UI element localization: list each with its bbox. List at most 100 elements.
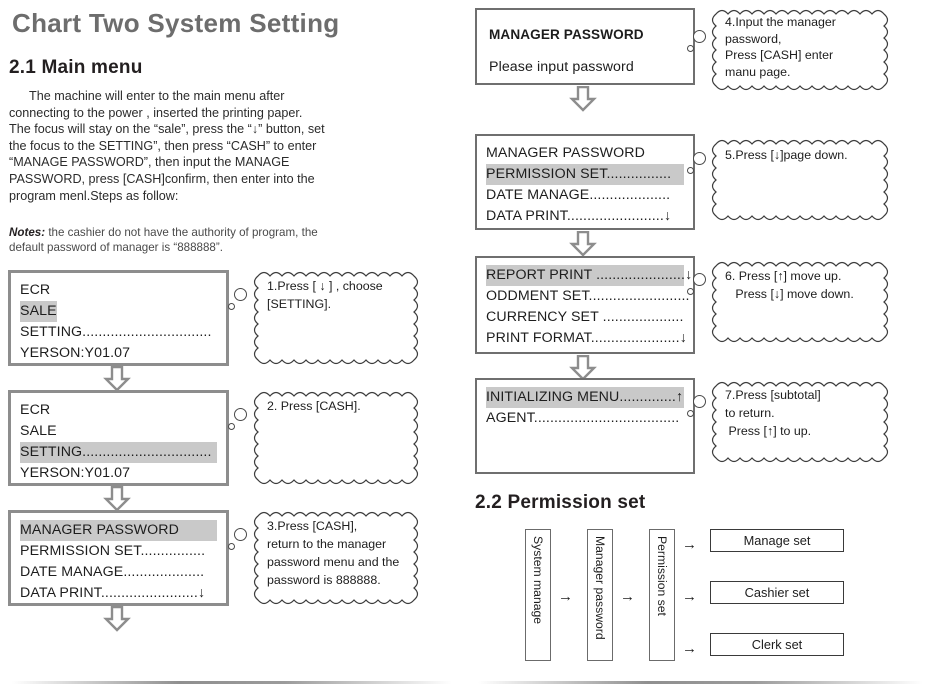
page-title: Chart Two System Setting: [12, 8, 340, 38]
callout-connector-dot-large: [693, 152, 706, 165]
flow-output-label: Clerk set: [751, 637, 803, 652]
flow-arrow-right-icon-1: →: [558, 588, 573, 605]
flow-arrow-down-icon: [569, 85, 597, 117]
flow-arrow-right-icon-2: →: [620, 588, 635, 605]
lcd-line: DATA PRINT........................↓: [20, 585, 206, 601]
flow-output-clerk-set: Clerk set: [710, 633, 844, 656]
callout-connector-dot-small: [228, 303, 235, 310]
lcd-line-gap: [489, 45, 684, 57]
callout-line: password is 888888.: [267, 573, 381, 587]
right-column: MANAGER PASSWORD Please input password 4…: [465, 0, 930, 687]
lcd-line: CURRENCY SET ....................: [486, 309, 684, 325]
lcd-line: DATE MANAGE....................: [486, 187, 671, 203]
lcd-line-title: MANAGER PASSWORD: [489, 27, 644, 42]
permission-set-diagram: System manage → Manager password → Permi…: [475, 525, 925, 665]
section-heading-2-1: 2.1 Main menu: [9, 57, 143, 78]
callout-line: [SETTING].: [267, 297, 332, 311]
lcd-line: AGENT...................................…: [486, 410, 680, 426]
flow-stage-system-manage: System manage: [525, 529, 551, 661]
lcd-screen-5: MANAGER PASSWORD PERMISSION SET.........…: [475, 134, 695, 230]
callout-text: 5.Press [↓]page down.: [725, 146, 894, 164]
callout-line: 7.Press [subtotal]: [725, 388, 821, 402]
notes-block: Notes: the cashier do not have the autho…: [9, 225, 329, 255]
section-heading-2-2: 2.2 Permission set: [475, 492, 646, 513]
callout-line: to return.: [725, 406, 775, 420]
callout-6: 6. Press [↑] move up. Press [↓] move dow…: [710, 258, 905, 350]
lcd-line: PERMISSION SET................: [20, 543, 206, 559]
flow-output-manage-set: Manage set: [710, 529, 844, 552]
callout-1: 1.Press [ ↓ ] , choose [SETTING].: [252, 268, 442, 368]
lcd-line: ECR: [20, 402, 51, 418]
footer-divider-left: [12, 681, 452, 684]
callout-connector-dot-small: [228, 423, 235, 430]
flow-stage-label: System manage: [531, 536, 545, 625]
callout-7: 7.Press [subtotal] to return. Press [↑] …: [710, 378, 905, 473]
lcd-line: DATE MANAGE....................: [20, 564, 205, 580]
arrow-down-glyph: [569, 85, 597, 112]
lcd-line: PRINT FORMAT......................↓: [486, 330, 687, 346]
left-column: Chart Two System Setting 2.1 Main menu T…: [0, 0, 462, 687]
document-page: Chart Two System Setting 2.1 Main menu T…: [0, 0, 930, 687]
callout-connector-dot-large: [693, 30, 706, 43]
arrow-down-glyph: [103, 365, 131, 392]
callout-text: 1.Press [ ↓ ] , choose [SETTING].: [267, 277, 431, 313]
lcd-screen-6: REPORT PRINT ......................↓ ODD…: [475, 256, 695, 354]
callout-text: 6. Press [↑] move up. Press [↓] move dow…: [725, 267, 894, 303]
paragraph-text: The machine will enter to the main menu …: [9, 89, 325, 203]
callout-connector-dot-small: [687, 45, 694, 52]
callout-line: 4.Input the manager: [725, 15, 836, 29]
callout-line: 3.Press [CASH],: [267, 519, 358, 533]
callout-line: 1.Press [ ↓ ] , choose: [267, 279, 383, 293]
lcd-line: YERSON:Y01.07: [20, 465, 131, 481]
callout-connector-dot-large: [234, 408, 247, 421]
callout-line: 5.Press [↓]page down.: [725, 148, 848, 162]
callout-line: 6. Press [↑] move up.: [725, 269, 842, 283]
flow-stage-label: Manager password: [593, 536, 607, 640]
lcd-screen-1: ECR SALE SETTING........................…: [8, 270, 229, 366]
lcd-line: ODDMENT SET.........................: [486, 288, 690, 304]
lcd-line: YERSON:Y01.07: [20, 345, 131, 361]
callout-connector-dot-large: [693, 273, 706, 286]
lcd-screen-3: MANAGER PASSWORD PERMISSION SET.........…: [8, 510, 229, 606]
callout-line: manu page.: [725, 64, 791, 79]
footer-divider-right: [478, 681, 923, 684]
lcd-line: MANAGER PASSWORD: [486, 145, 645, 161]
lcd-line-highlighted: REPORT PRINT ......................↓: [486, 265, 692, 286]
callout-line: 2. Press [CASH].: [267, 399, 361, 413]
arrow-down-glyph: [103, 485, 131, 512]
callout-line: Press [↑] to up.: [725, 424, 812, 438]
flow-output-label: Manage set: [743, 533, 811, 548]
notes-text: the cashier do not have the authority of…: [9, 226, 318, 254]
lcd-line: ECR: [20, 282, 51, 298]
callout-4: 4.Input the manager password, Press [CAS…: [710, 6, 905, 101]
callout-connector-dot-small: [687, 410, 694, 417]
callout-line: password menu and the: [267, 555, 400, 569]
callout-line: password,: [725, 31, 782, 46]
callout-text: 4.Input the manager password, Press [CAS…: [725, 14, 894, 80]
flow-stage-label: Permission set: [655, 536, 669, 616]
lcd-line-highlighted: INITIALIZING MENU..............↑: [486, 387, 684, 408]
lcd-line-highlighted: MANAGER PASSWORD: [20, 520, 217, 541]
flow-output-label: Cashier set: [744, 585, 810, 600]
lcd-line-highlighted: SETTING................................: [20, 442, 217, 463]
lcd-line: DATA PRINT........................↓: [486, 208, 672, 224]
arrow-down-glyph: [569, 230, 597, 257]
callout-5: 5.Press [↓]page down.: [710, 136, 905, 228]
flow-branch-arrow-icon-1: →: [682, 536, 697, 553]
flow-output-cashier-set: Cashier set: [710, 581, 844, 604]
flow-branch-arrow-icon-2: →: [682, 588, 697, 605]
callout-text: 3.Press [CASH], return to the manager pa…: [267, 517, 431, 589]
lcd-line: SALE: [20, 423, 57, 439]
flow-arrow-down-icon: [103, 605, 131, 637]
lcd-screen-7: INITIALIZING MENU..............↑ AGENT..…: [475, 378, 695, 474]
callout-line: Press [↓] move down.: [725, 287, 854, 301]
callout-text: 7.Press [subtotal] to return. Press [↑] …: [725, 386, 894, 440]
callout-connector-dot-large: [693, 395, 706, 408]
lcd-line-highlighted: PERMISSION SET................: [486, 164, 684, 185]
callout-2: 2. Press [CASH].: [252, 388, 442, 488]
lcd-line: SETTING................................: [20, 324, 212, 340]
arrow-down-glyph: [103, 605, 131, 632]
callout-connector-dot-small: [687, 288, 694, 295]
flow-stage-permission-set: Permission set: [649, 529, 675, 661]
callout-connector-dot-large: [234, 288, 247, 301]
